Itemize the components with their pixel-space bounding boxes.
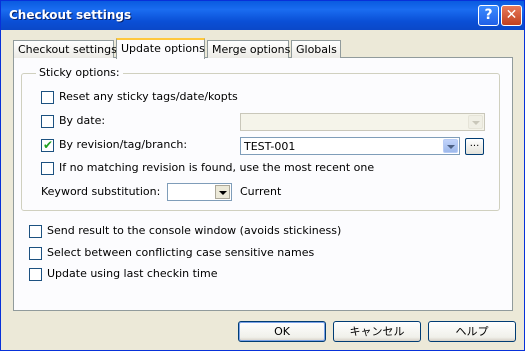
tab-update-options[interactable]: Update options [116, 38, 205, 59]
by-date-label: By date: [59, 114, 106, 127]
chevron-down-icon[interactable] [215, 185, 230, 199]
keyword-current-label: Current [240, 185, 282, 198]
browse-revision-button[interactable]: ... [465, 138, 484, 155]
send-console-checkbox[interactable] [29, 225, 42, 238]
title-bar[interactable]: Checkout settings ? ✕ [1, 1, 524, 30]
help-button[interactable]: ヘルプ [428, 321, 516, 342]
no-match-checkbox[interactable] [41, 162, 54, 175]
last-checkin-checkbox[interactable] [29, 268, 42, 281]
keyword-substitution-combo[interactable] [167, 183, 232, 201]
tab-checkout-settings[interactable]: Checkout settings [13, 40, 117, 58]
last-checkin-label: Update using last checkin time [47, 267, 218, 280]
by-date-combo[interactable] [240, 113, 485, 131]
sticky-options-legend: Sticky options: [36, 66, 123, 79]
keyword-substitution-label: Keyword substitution: [41, 185, 161, 198]
checkout-settings-dialog: Checkout settings ? ✕ Checkout settings … [0, 0, 525, 351]
reset-sticky-checkbox[interactable] [41, 91, 54, 104]
chevron-down-icon[interactable] [468, 115, 483, 129]
tab-merge-options[interactable]: Merge options [207, 40, 290, 58]
tab-globals[interactable]: Globals [291, 40, 341, 58]
case-sensitive-checkbox[interactable] [29, 247, 42, 260]
checkmark-icon: ✔ [43, 138, 54, 152]
window-title: Checkout settings [9, 8, 132, 22]
reset-sticky-label: Reset any sticky tags/date/kopts [59, 90, 238, 103]
case-sensitive-label: Select between conflicting case sensitiv… [47, 246, 315, 259]
by-revision-label: By revision/tag/branch: [59, 138, 188, 151]
send-console-label: Send result to the console window (avoid… [47, 224, 342, 237]
revision-combo[interactable]: TEST-001 [240, 137, 460, 155]
help-icon[interactable]: ? [478, 5, 499, 26]
cancel-button[interactable]: キャンセル [333, 321, 421, 342]
by-date-checkbox[interactable] [41, 115, 54, 128]
chevron-down-icon[interactable] [443, 139, 458, 153]
close-icon[interactable]: ✕ [501, 5, 522, 26]
revision-value: TEST-001 [244, 140, 296, 153]
ok-button[interactable]: OK [238, 321, 326, 342]
no-match-label: If no matching revision is found, use th… [59, 161, 375, 174]
by-revision-checkbox[interactable]: ✔ [41, 138, 54, 152]
